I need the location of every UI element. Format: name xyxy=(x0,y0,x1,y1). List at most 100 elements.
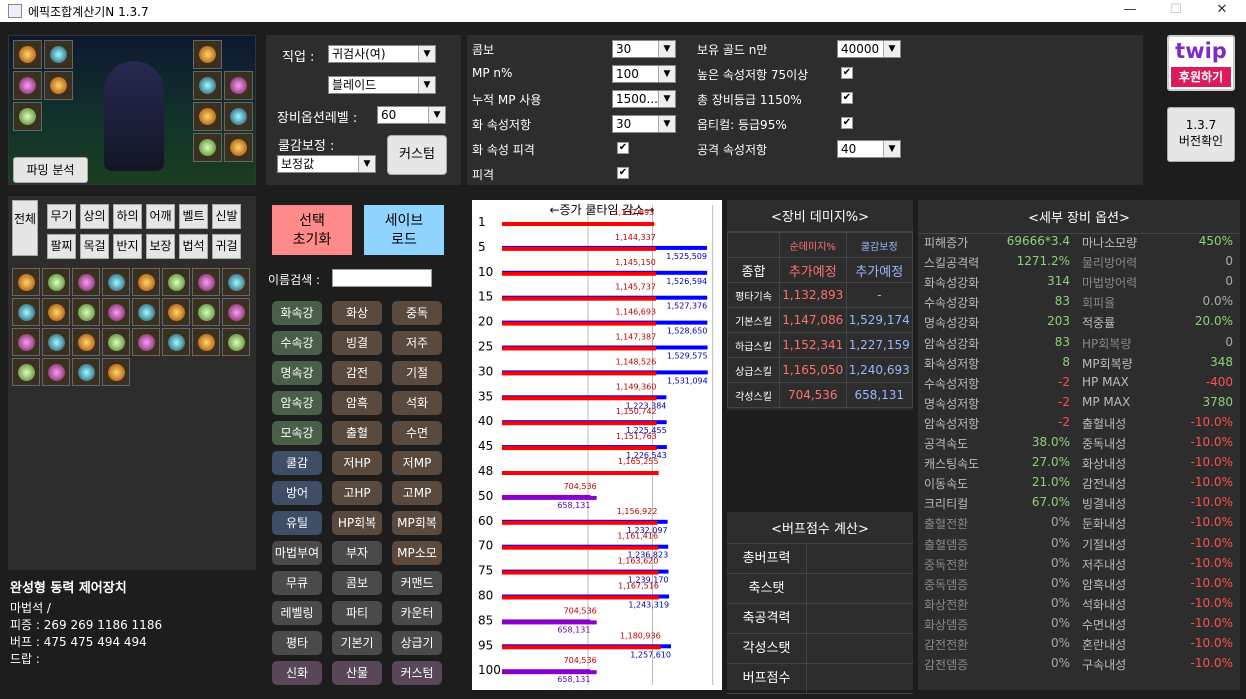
inventory-item-icon[interactable] xyxy=(42,358,70,386)
tag-filter-button[interactable]: HP회복 xyxy=(332,511,382,535)
tag-filter-button[interactable]: 파티 xyxy=(332,601,382,625)
inventory-item-icon[interactable] xyxy=(192,268,220,296)
tag-filter-button[interactable]: 명속강 xyxy=(272,361,322,385)
tag-filter-button[interactable]: 마법부여 xyxy=(272,541,322,565)
tag-filter-button[interactable]: 커스텀 xyxy=(392,661,442,685)
equip-slot[interactable] xyxy=(193,40,222,69)
inventory-item-icon[interactable] xyxy=(102,268,130,296)
tag-filter-button[interactable]: 모속강 xyxy=(272,421,322,445)
tag-filter-button[interactable]: 저주 xyxy=(392,331,442,355)
equip-slot[interactable] xyxy=(193,71,222,100)
slot-filter-button[interactable]: 무기 xyxy=(47,204,76,229)
slot-filter-button[interactable]: 목걸 xyxy=(80,234,109,259)
slot-all-button[interactable]: 전체 xyxy=(12,200,38,256)
class-select[interactable]: 귀검사(여) ▼ xyxy=(328,45,436,63)
inventory-item-icon[interactable] xyxy=(102,328,130,356)
inventory-item-icon[interactable] xyxy=(72,328,100,356)
tag-filter-button[interactable]: MP회복 xyxy=(392,511,442,535)
equip-slot[interactable] xyxy=(13,40,42,69)
tag-filter-button[interactable]: 석화 xyxy=(392,391,442,415)
tag-filter-button[interactable]: 기절 xyxy=(392,361,442,385)
equip-slot[interactable] xyxy=(13,102,42,131)
inventory-item-icon[interactable] xyxy=(12,358,40,386)
tag-filter-button[interactable]: 쿨감 xyxy=(272,451,322,475)
tag-filter-button[interactable]: 중독 xyxy=(392,301,442,325)
tag-filter-button[interactable]: 부자 xyxy=(332,541,382,565)
slot-filter-button[interactable]: 상의 xyxy=(80,204,109,229)
param-select[interactable]: 30 ▼ xyxy=(612,115,676,133)
inventory-item-icon[interactable] xyxy=(12,268,40,296)
subclass-select[interactable]: 블레이드 ▼ xyxy=(328,76,436,94)
inventory-item-icon[interactable] xyxy=(42,298,70,326)
close-button[interactable]: ✕ xyxy=(1199,0,1245,22)
twip-banner[interactable]: twip 후원하기 xyxy=(1167,35,1235,91)
equip-slot[interactable] xyxy=(44,40,73,69)
param-select[interactable]: 40000 ▼ xyxy=(837,40,901,58)
inventory-item-icon[interactable] xyxy=(72,268,100,296)
inventory-item-icon[interactable] xyxy=(132,328,160,356)
tag-filter-button[interactable]: 유틸 xyxy=(272,511,322,535)
slot-filter-button[interactable]: 보장 xyxy=(146,234,175,259)
inventory-item-icon[interactable] xyxy=(132,268,160,296)
tag-filter-button[interactable]: 콤보 xyxy=(332,571,382,595)
cool-select[interactable]: 보정값 ▼ xyxy=(277,155,376,173)
param-select[interactable]: 100 ▼ xyxy=(612,65,676,83)
inventory-item-icon[interactable] xyxy=(162,328,190,356)
inventory-item-icon[interactable] xyxy=(102,298,130,326)
inventory-item-icon[interactable] xyxy=(222,268,250,296)
tag-filter-button[interactable]: 신화 xyxy=(272,661,322,685)
equip-slot[interactable] xyxy=(193,102,222,131)
tag-filter-button[interactable]: 고MP xyxy=(392,481,442,505)
tag-filter-button[interactable]: 커맨드 xyxy=(392,571,442,595)
inventory-item-icon[interactable] xyxy=(192,328,220,356)
slot-filter-button[interactable]: 팔찌 xyxy=(47,234,76,259)
slot-filter-button[interactable]: 하의 xyxy=(113,204,142,229)
tag-filter-button[interactable]: MP소모 xyxy=(392,541,442,565)
inventory-item-icon[interactable] xyxy=(192,298,220,326)
tag-filter-button[interactable]: 화속강 xyxy=(272,301,322,325)
tag-filter-button[interactable]: 저MP xyxy=(392,451,442,475)
tag-filter-button[interactable]: 기본기 xyxy=(332,631,382,655)
version-check-button[interactable]: 1.3.7 버전확인 xyxy=(1167,107,1235,162)
tag-filter-button[interactable]: 카운터 xyxy=(392,601,442,625)
inventory-item-icon[interactable] xyxy=(72,358,100,386)
slot-filter-button[interactable]: 신발 xyxy=(212,204,241,229)
tag-filter-button[interactable]: 수속강 xyxy=(272,331,322,355)
equip-slot[interactable] xyxy=(13,71,42,100)
maximize-button[interactable]: ☐ xyxy=(1153,0,1199,22)
minimize-button[interactable]: — xyxy=(1107,0,1153,22)
tag-filter-button[interactable]: 방어 xyxy=(272,481,322,505)
slot-filter-button[interactable]: 어깨 xyxy=(146,204,175,229)
save-load-button[interactable]: 세이브 로드 xyxy=(364,205,444,255)
tag-filter-button[interactable]: 고HP xyxy=(332,481,382,505)
param-select[interactable]: 30 ▼ xyxy=(612,40,676,58)
param-checkbox[interactable]: ✔ xyxy=(617,142,629,154)
inventory-item-icon[interactable] xyxy=(102,358,130,386)
inventory-item-icon[interactable] xyxy=(162,298,190,326)
equip-slot[interactable] xyxy=(44,71,73,100)
tag-filter-button[interactable]: 레벨링 xyxy=(272,601,322,625)
inventory-item-icon[interactable] xyxy=(12,298,40,326)
slot-filter-button[interactable]: 법석 xyxy=(179,234,208,259)
tag-filter-button[interactable]: 상급기 xyxy=(392,631,442,655)
tag-filter-button[interactable]: 무큐 xyxy=(272,571,322,595)
slot-filter-button[interactable]: 반지 xyxy=(113,234,142,259)
tag-filter-button[interactable]: 출혈 xyxy=(332,421,382,445)
param-checkbox[interactable]: ✔ xyxy=(841,117,853,129)
tag-filter-button[interactable]: 평타 xyxy=(272,631,322,655)
tag-filter-button[interactable]: 빙결 xyxy=(332,331,382,355)
equip-slot[interactable] xyxy=(224,71,253,100)
equip-slot[interactable] xyxy=(224,102,253,131)
inventory-item-icon[interactable] xyxy=(42,268,70,296)
tag-filter-button[interactable]: 암속강 xyxy=(272,391,322,415)
param-select[interactable]: 1500... ▼ xyxy=(612,90,676,108)
reset-selection-button[interactable]: 선택 초기화 xyxy=(272,205,352,255)
inventory-item-icon[interactable] xyxy=(72,298,100,326)
slot-filter-button[interactable]: 벨트 xyxy=(179,204,208,229)
inventory-item-icon[interactable] xyxy=(132,298,160,326)
tag-filter-button[interactable]: 화상 xyxy=(332,301,382,325)
inventory-item-icon[interactable] xyxy=(12,328,40,356)
tag-filter-button[interactable]: 감전 xyxy=(332,361,382,385)
tag-filter-button[interactable]: 암흑 xyxy=(332,391,382,415)
equip-slot[interactable] xyxy=(224,133,253,162)
